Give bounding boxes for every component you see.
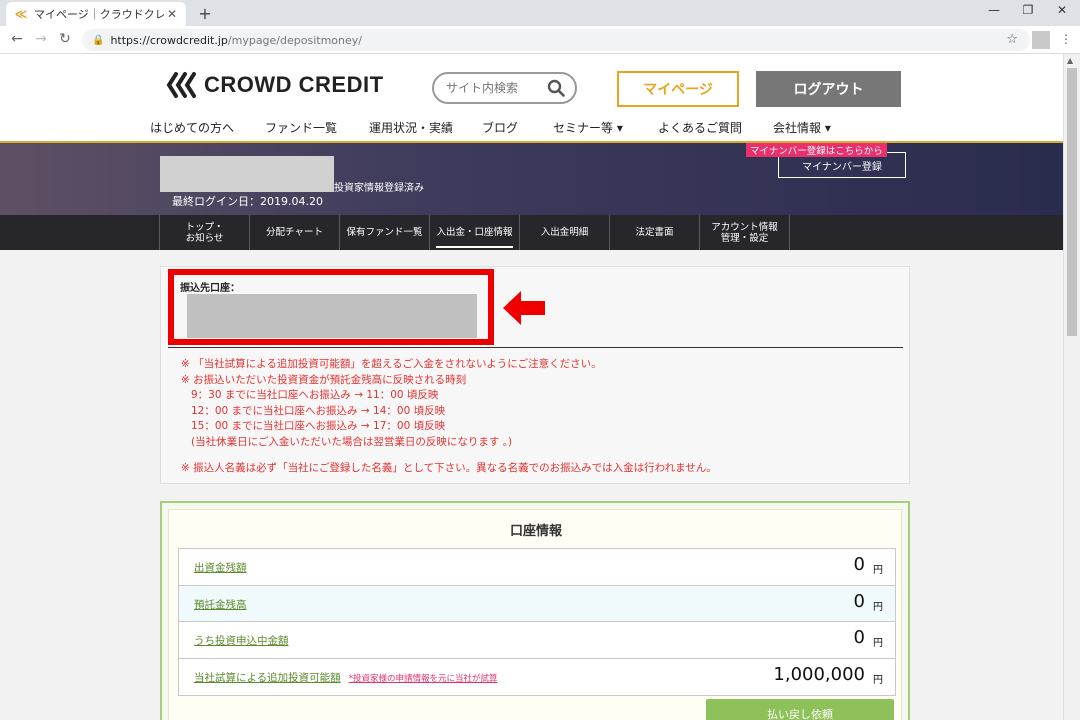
nav-item-beginners[interactable]: はじめての方へ (150, 119, 265, 136)
back-icon[interactable]: ← (8, 31, 26, 47)
menu-kebab-icon[interactable]: ⋮ (1060, 32, 1072, 46)
bookmark-star-icon[interactable]: ☆ (1006, 32, 1018, 47)
tab-top-news[interactable]: トップ・ お知らせ (160, 215, 250, 250)
row-unit: 円 (873, 565, 883, 576)
url-host: https://crowdcredit.jp (110, 33, 228, 47)
row-unit: 円 (873, 638, 883, 649)
close-window-icon[interactable]: ✕ (1052, 3, 1072, 17)
row-value: 0 (853, 627, 865, 648)
page-scrollbar[interactable]: ▲ (1063, 54, 1080, 720)
tab-held-funds[interactable]: 保有ファンド一覧 (340, 215, 430, 250)
tab-transactions[interactable]: 入出金明細 (520, 215, 610, 250)
close-tab-icon[interactable]: ✕ (164, 7, 180, 21)
scroll-up-icon[interactable]: ▲ (1067, 56, 1073, 65)
tab-deposit-account[interactable]: 入出金・口座情報 (430, 215, 520, 250)
logout-button[interactable]: ログアウト (756, 71, 901, 107)
site-search[interactable] (432, 72, 577, 104)
tab-legal-docs[interactable]: 法定書面 (610, 215, 700, 250)
row-unit: 円 (873, 601, 883, 613)
nav-item-performance[interactable]: 運用状況・実績 (369, 119, 482, 136)
member-banner: 投資家情報登録済み 最終ログイン日：2019.04.20 マイナンバー登録 マイ… (0, 143, 1063, 215)
redacted-account-number (187, 294, 477, 338)
forward-icon[interactable]: → (32, 31, 50, 47)
row-unit: 円 (873, 674, 883, 686)
minimize-window-icon[interactable]: — (984, 3, 1004, 17)
nav-item-blog[interactable]: ブログ (482, 119, 553, 136)
restore-window-icon[interactable]: ❐ (1018, 3, 1038, 17)
note-line: (当社休業日にご入金いただいた場合は翌営業日の反映になります 。) (191, 435, 513, 448)
redacted-user-name (160, 156, 334, 192)
tab-distribution-chart[interactable]: 分配チャート (250, 215, 340, 250)
divider (168, 347, 903, 348)
transfer-account-highlight: 振込先口座： (168, 269, 494, 345)
note-line: 15：00 までに当社口座へお振込み → 17：00 頃反映 (191, 420, 446, 432)
account-info-title: 口座情報 (509, 524, 562, 539)
row-sublabel[interactable]: *投資家様の申請情報を元に当社が試算 (349, 674, 498, 684)
table-row: 預託金残高 0 円 (179, 585, 895, 622)
browser-tab-bar: ≪ マイページ｜クラウドクレジット ✕ + — ❐ ✕ (0, 0, 1080, 26)
row-value: 0 (853, 590, 865, 612)
nav-item-company[interactable]: 会社情報 ▾ (773, 119, 843, 136)
lock-icon: 🔒 (92, 34, 105, 46)
note-line-name-warning: ※ 振込人名義は必ず「当社にご登録した名義」として下さい。異なる名義でのお振込み… (181, 462, 717, 474)
new-tab-icon[interactable]: + (196, 4, 214, 23)
table-row: 出資金残額 0 円 (179, 549, 895, 586)
table-row: うち投資申込中金額 0 円 (179, 622, 895, 659)
site-logo[interactable]: CROWD CREDIT (166, 70, 384, 100)
note-line: 9：30 までに当社口座へお振込み → 11：00 頃反映 (191, 389, 439, 401)
row-label-deposit-balance[interactable]: 預託金残高 (194, 597, 247, 612)
account-info-table: 出資金残額 0 円 預託金残高 0 円 うち投資申込中金額 0 円 当社試算によ… (178, 548, 896, 696)
note-line: ※ お振込いただいた投資資金が預託金残高に反映される時刻 (181, 373, 467, 386)
row-label-pending-amount[interactable]: うち投資申込中金額 (194, 633, 289, 648)
table-row: 当社試算による追加投資可能額 *投資家様の申請情報を元に当社が試算 1,000,0… (179, 659, 895, 696)
crowdcredit-logo-icon (166, 72, 196, 98)
nav-item-funds[interactable]: ファンド一覧 (265, 119, 369, 136)
row-value: 1,000,000 (773, 663, 865, 685)
nav-item-seminar[interactable]: セミナー等 ▾ (553, 119, 658, 136)
crowdcredit-favicon-icon: ≪ (14, 7, 28, 21)
tab-account-settings[interactable]: アカウント情報 管理・設定 (700, 215, 790, 250)
global-nav: はじめての方へ ファンド一覧 運用状況・実績 ブログ セミナー等 ▾ よくあるご… (150, 119, 843, 136)
investor-status: 投資家情報登録済み (334, 183, 424, 194)
scroll-thumb[interactable] (1067, 68, 1077, 336)
transfer-account-label: 振込先口座： (180, 283, 240, 294)
url-input[interactable]: 🔒 https://crowdcredit.jp/mypage/depositm… (82, 29, 1030, 51)
deposit-notes: ※ 「当社試算による追加投資可能額」を超えるご入金をされないようにご注意ください… (181, 357, 602, 450)
arrow-left-icon (503, 291, 545, 325)
row-value: 0 (853, 554, 865, 575)
refund-request-button[interactable]: 払い戻し依頼 (706, 699, 894, 720)
url-path: /mypage/depositmoney/ (227, 33, 362, 47)
mypage-button[interactable]: マイページ (617, 71, 739, 107)
account-info-panel: 口座情報 出資金残額 0 円 預託金残高 0 円 うち投資申込中金額 0 円 当… (160, 501, 910, 720)
mynumber-tooltip[interactable]: マイナンバー登録はこちらから (746, 143, 887, 157)
site-header: CROWD CREDIT マイページ ログアウト はじめての方へ ファンド一覧 … (0, 54, 1063, 143)
row-label-text[interactable]: 当社試算による追加投資可能額 (194, 672, 341, 684)
browser-tab[interactable]: ≪ マイページ｜クラウドクレジット ✕ (6, 2, 186, 26)
row-label-additional-capacity: 当社試算による追加投資可能額 *投資家様の申請情報を元に当社が試算 (194, 670, 497, 685)
last-login-date: 最終ログイン日：2019.04.20 (172, 195, 323, 208)
reload-icon[interactable]: ↻ (56, 31, 74, 47)
note-line: 12：00 までに当社口座へお振込み → 14：00 頃反映 (191, 404, 446, 417)
note-line: ※ 「当社試算による追加投資可能額」を超えるご入金をされないようにご注意ください… (181, 358, 602, 370)
browser-address-bar: ← → ↻ 🔒 https://crowdcredit.jp/mypage/de… (0, 26, 1080, 54)
logo-text: CROWD CREDIT (204, 72, 384, 97)
mypage-subnav: トップ・ お知らせ 分配チャート 保有ファンド一覧 入出金・口座情報 入出金明細… (0, 215, 1063, 250)
row-label-investment-balance[interactable]: 出資金残額 (194, 560, 247, 575)
search-icon[interactable] (547, 79, 565, 97)
tab-title: マイページ｜クラウドクレジット (34, 8, 164, 21)
profile-avatar[interactable] (1032, 31, 1050, 49)
nav-item-faq[interactable]: よくあるご質問 (658, 119, 773, 136)
deposit-notice-panel: 振込先口座： ※ 「当社試算による追加投資可能額」を超えるご入金をされないように… (160, 266, 910, 484)
search-input[interactable] (446, 81, 546, 95)
